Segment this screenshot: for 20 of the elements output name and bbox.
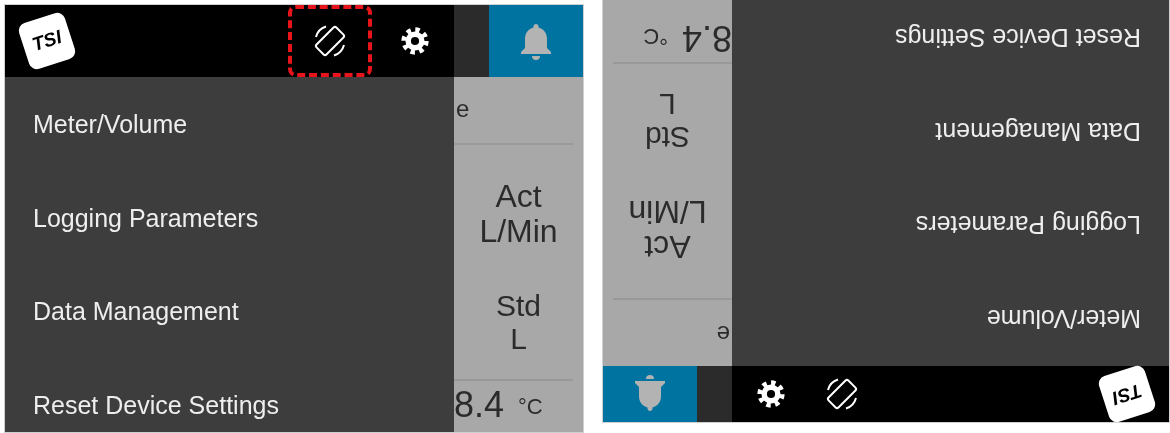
temperature-unit: °C: [518, 393, 543, 422]
volume-header: Std L: [645, 87, 690, 154]
menu-item[interactable]: Meter/Volume: [958, 288, 1169, 348]
menu-item[interactable]: Reset Device Settings: [867, 8, 1169, 68]
temperature-value: 8.4: [681, 19, 732, 56]
temperature-value: 8.4: [454, 387, 505, 424]
logo: TSI: [16, 10, 78, 72]
menu-item[interactable]: Reset Device Settings: [5, 375, 307, 432]
partial-label: e: [613, 298, 732, 366]
volume-header: Std L: [496, 289, 541, 356]
menu-item[interactable]: Meter/Volume: [5, 95, 216, 155]
logo: TSI: [1096, 363, 1158, 422]
menu-item[interactable]: Logging Parameters: [5, 188, 287, 248]
partial-label: e: [454, 77, 573, 145]
flow-header: Act L/Min: [628, 193, 707, 264]
menu-item[interactable]: Data Management: [907, 101, 1169, 161]
temperature-unit: °C: [643, 22, 668, 51]
menu-item[interactable]: Data Management: [5, 282, 267, 342]
flow-header: Act L/Min: [479, 179, 558, 250]
menu-item[interactable]: Logging Parameters: [887, 195, 1169, 255]
